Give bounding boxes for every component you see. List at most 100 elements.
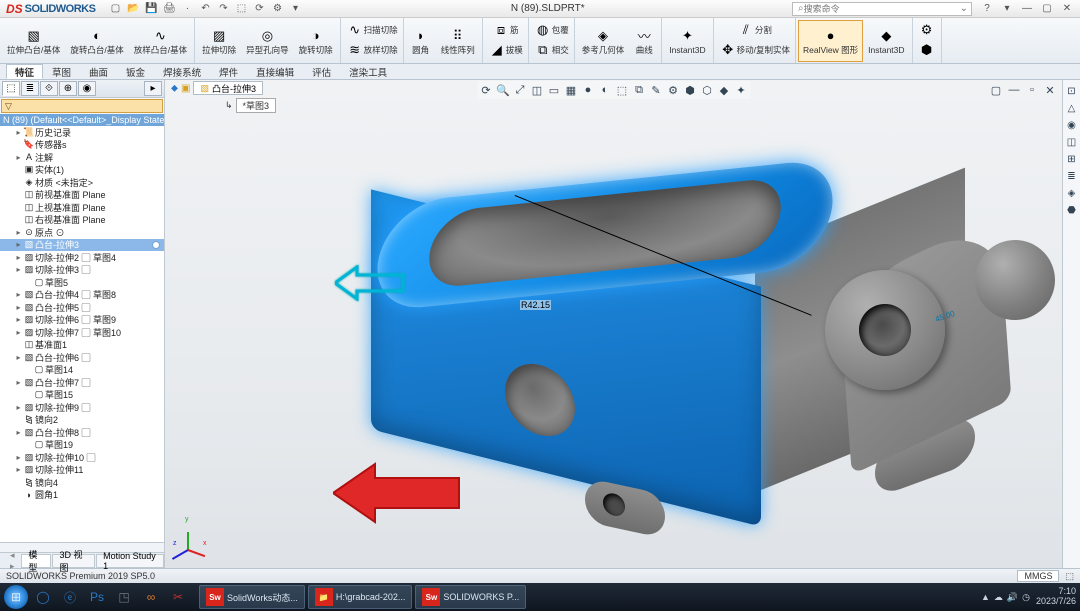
- tree-expand-icon[interactable]: ▸: [14, 403, 23, 412]
- tree-item-13[interactable]: ▸▧凸台-拉伸4 ▢ 草图8: [0, 289, 164, 302]
- feature-tree[interactable]: ▸📜历史记录🔖传感器s▸A注解▣实体(1)◈材质 <未指定>◫前视基准面 Pla…: [0, 126, 164, 542]
- taskbar-clock[interactable]: 7:10 2023/7/26: [1036, 587, 1076, 607]
- tree-item-29[interactable]: ◗圆角1: [0, 489, 164, 502]
- view-tool-0[interactable]: ⟳: [478, 82, 494, 98]
- search-clear-icon[interactable]: ⌄: [960, 3, 968, 14]
- tree-expand-icon[interactable]: ▸: [14, 453, 23, 462]
- tree-expand-icon[interactable]: ▸: [14, 378, 23, 387]
- qat-print[interactable]: 🖨: [161, 2, 177, 16]
- view-tool-8[interactable]: ⬚: [614, 82, 630, 98]
- tree-tab-1[interactable]: ≣: [21, 81, 39, 96]
- qat-opts[interactable]: ⚙: [269, 2, 285, 16]
- tree-tab-overflow[interactable]: ▸: [144, 81, 162, 96]
- ribbon-extrude-cut[interactable]: ▨拉伸切除: [197, 20, 241, 62]
- ribbon-refgeo[interactable]: ◈参考几何体: [577, 20, 630, 62]
- tree-item-18[interactable]: ▸▧凸台-拉伸6 ▢: [0, 351, 164, 364]
- config-tab-0[interactable]: 模型: [21, 554, 51, 568]
- tree-expand-icon[interactable]: ▸: [14, 153, 23, 162]
- tray-icon-0[interactable]: ▲: [981, 592, 990, 603]
- view-tool-12[interactable]: ⬢: [682, 82, 698, 98]
- restore-button[interactable]: —: [1018, 2, 1036, 16]
- bracket-bore[interactable]: [859, 304, 911, 356]
- ribbon-instant3d2[interactable]: ◆Instant3D: [863, 20, 909, 62]
- qat-rebuild[interactable]: ⟳: [251, 2, 267, 16]
- bracket-boss-rear[interactable]: [975, 240, 1055, 320]
- view-tool-10[interactable]: ✎: [648, 82, 664, 98]
- tree-expand-icon[interactable]: ▸: [14, 290, 23, 299]
- status-units[interactable]: MMGS: [1017, 570, 1059, 582]
- view-tool-9[interactable]: ⧉: [631, 82, 647, 98]
- tree-filter-bar[interactable]: ▽: [1, 99, 163, 113]
- qat-redo[interactable]: ↷: [215, 2, 231, 16]
- taskbar-cap[interactable]: ✂: [166, 585, 190, 609]
- taskbar-edge[interactable]: ⓔ: [58, 585, 82, 609]
- minimize-button[interactable]: ▾: [998, 2, 1016, 16]
- qat-save[interactable]: 💾: [143, 2, 159, 16]
- tree-expand-icon[interactable]: ▸: [14, 315, 23, 324]
- ribbon-hole[interactable]: ◎异型孔向导: [241, 20, 294, 62]
- tree-item-16[interactable]: ▸▨切除-拉伸7 ▢ 草图10: [0, 326, 164, 339]
- view-tool-7[interactable]: ◐: [597, 82, 613, 98]
- taskbar-window-2[interactable]: SwSOLIDWORKS P...: [415, 585, 526, 609]
- command-search-input[interactable]: [804, 4, 960, 14]
- tree-tab-3[interactable]: ⊕: [59, 81, 77, 96]
- tree-expand-icon[interactable]: ▸: [14, 428, 23, 437]
- ribbon-p2[interactable]: ⬢: [915, 40, 939, 60]
- tree-expand-icon[interactable]: ▸: [14, 353, 23, 362]
- view-tool-1[interactable]: 🔍: [495, 82, 511, 98]
- view-tool-4[interactable]: ▭: [546, 82, 562, 98]
- cmd-tab-1[interactable]: 草图: [43, 64, 80, 79]
- qat-more[interactable]: ▾: [287, 2, 303, 16]
- tree-item-4[interactable]: ◈材质 <未指定>: [0, 176, 164, 189]
- tree-expand-icon[interactable]: ▸: [14, 240, 23, 249]
- ribbon-fillet[interactable]: ◗圆角: [406, 20, 436, 62]
- tree-expand-icon[interactable]: ▸: [14, 303, 23, 312]
- vp-max-icon[interactable]: ▫: [1024, 82, 1040, 98]
- cmd-tab-3[interactable]: 钣金: [117, 64, 154, 79]
- close-button[interactable]: ✕: [1058, 2, 1076, 16]
- ribbon-extrude[interactable]: ▧拉伸凸台/基体: [2, 20, 65, 62]
- ribbon-instant3d[interactable]: ✦Instant3D: [664, 20, 710, 62]
- orientation-triad[interactable]: y x z: [175, 518, 215, 558]
- ribbon-p1[interactable]: ⚙: [915, 20, 939, 40]
- view-tool-6[interactable]: ●: [580, 82, 596, 98]
- tree-item-27[interactable]: ▸▨切除-拉伸11: [0, 464, 164, 477]
- taskbar-ps[interactable]: Ps: [85, 585, 109, 609]
- taskpane-tab-2[interactable]: ◉: [1065, 118, 1079, 132]
- tree-item-11[interactable]: ▸▨切除-拉伸3 ▢: [0, 264, 164, 277]
- view-tool-5[interactable]: ▦: [563, 82, 579, 98]
- tree-item-10[interactable]: ▸▨切除-拉伸2 ▢ 草图4: [0, 251, 164, 264]
- tree-item-12[interactable]: ▢草图5: [0, 276, 164, 289]
- command-search[interactable]: ⌕ ⌄: [792, 2, 972, 16]
- taskbar-window-1[interactable]: 📁H:\grabcad-202...: [308, 585, 413, 609]
- dimension-radius-label[interactable]: R42.15: [520, 300, 551, 310]
- ribbon-wrap[interactable]: ◍包覆: [531, 20, 572, 40]
- breadcrumb-part-icon[interactable]: ▣: [181, 83, 190, 94]
- cmd-tab-0[interactable]: 特征: [6, 64, 43, 79]
- ribbon-sweep-cut[interactable]: ∿扫描切除: [343, 20, 401, 40]
- ribbon-revolve[interactable]: ◐旋转凸台/基体: [65, 20, 128, 62]
- qat-select[interactable]: ⬚: [233, 2, 249, 16]
- tree-item-8[interactable]: ▸⊙原点 ⊙: [0, 226, 164, 239]
- tree-item-20[interactable]: ▸▧凸台-拉伸7 ▢: [0, 376, 164, 389]
- tree-item-26[interactable]: ▸▨切除-拉伸10 ▢: [0, 451, 164, 464]
- vp-close-icon[interactable]: ✕: [1042, 82, 1058, 98]
- graphics-viewport[interactable]: ⬥ ▣ ▧ 凸台-拉伸3 ↳ *草图3 ⟳🔍⤢◫▭▦●◐⬚⧉✎⚙⬢⬡◆✦: [165, 80, 1062, 568]
- ribbon-loft-cut[interactable]: ≋放样切除: [343, 40, 401, 60]
- tree-item-17[interactable]: ◫基准面1: [0, 339, 164, 352]
- tree-item-1[interactable]: 🔖传感器s: [0, 139, 164, 152]
- ribbon-revolve-cut[interactable]: ◑旋转切除: [294, 20, 338, 62]
- crumb-sketch-label[interactable]: *草图3: [236, 98, 277, 113]
- taskpane-tab-6[interactable]: ◈: [1065, 186, 1079, 200]
- ribbon-rib[interactable]: ⧈筋: [485, 20, 526, 40]
- tree-tab-0[interactable]: ⬚: [2, 81, 20, 96]
- view-tool-3[interactable]: ◫: [529, 82, 545, 98]
- tree-tab-2[interactable]: ⟐: [40, 81, 58, 96]
- status-extra-icon[interactable]: ⬚: [1065, 571, 1074, 582]
- tree-expand-icon[interactable]: ▸: [14, 328, 23, 337]
- ribbon-move[interactable]: ✥移动/复制实体: [716, 40, 793, 60]
- tree-expand-icon[interactable]: ▸: [14, 128, 23, 137]
- taskbar-oc[interactable]: ∞: [139, 585, 163, 609]
- tree-item-19[interactable]: ▢草图14: [0, 364, 164, 377]
- qat-new[interactable]: ▢: [107, 2, 123, 16]
